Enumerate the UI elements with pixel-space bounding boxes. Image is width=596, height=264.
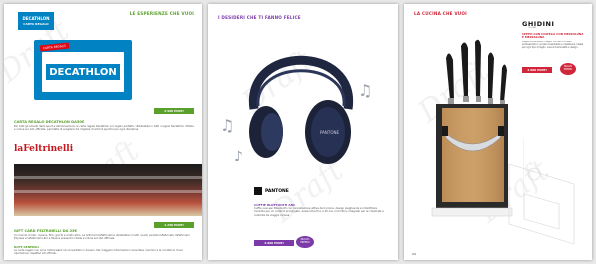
bolster	[476, 96, 481, 102]
knife	[500, 64, 507, 102]
wood-grain	[442, 108, 504, 202]
page-wishes: Draft Draft I DESIDERI CHE TI FANNO FELI…	[208, 4, 398, 260]
badge-brand: DECATHLON	[22, 16, 50, 21]
knife	[461, 42, 468, 98]
music-notes-left: ♫ ♪	[220, 116, 243, 165]
new-badge: NUOVO PREMIO	[296, 236, 314, 248]
bolster	[488, 98, 493, 104]
mezzaluna-handle	[442, 126, 448, 136]
mezzaluna-handle	[498, 126, 504, 136]
knives	[446, 39, 507, 106]
photo-shelf	[14, 176, 202, 179]
decathlon-badge: DECATHLON CARTA REGALO	[18, 12, 54, 30]
bolster	[448, 98, 454, 104]
block-base	[431, 207, 513, 217]
page-experiences: Draft Draft LE ESPERIENZE CHE VUOI DECAT…	[4, 4, 202, 260]
knife	[475, 39, 481, 98]
sketch-line	[527, 167, 541, 181]
product-description: Per tutti gli amanti dello sport e dell'…	[14, 125, 194, 132]
product-description: Un mondo di libri, musica, film, giochi …	[14, 234, 190, 241]
left-cushion	[261, 113, 283, 151]
page-kitchen: Draft Draft LA CUCINA CHE VUOI GHIDINI C…	[404, 4, 592, 260]
bolster	[463, 96, 469, 102]
section-title: I DESIDERI CHE TI FANNO FELICE	[218, 15, 301, 20]
product-title: CARTA REGALO DECATHLON DA50€	[14, 120, 85, 124]
note-icon: ♫	[220, 116, 234, 135]
music-notes-right: ♫	[358, 81, 372, 100]
product-title: CEPPO CON COLTELLI CON MEZZALUNA E MEZZA…	[522, 32, 584, 40]
feltrinelli-logo: laFeltrinelli	[14, 144, 74, 154]
product-description: Ceppo portacoltelli in legno con set di …	[522, 41, 584, 49]
knife	[488, 52, 494, 100]
redeem-button-feltrinelli[interactable]: 1.250 PUNTI	[154, 222, 194, 228]
ghidini-sub: CUCINA	[528, 27, 536, 29]
ghidini-logo: GHIDINI	[522, 20, 555, 28]
note-icon: ♪	[234, 149, 243, 165]
headphone-brand: PANTONE	[320, 130, 339, 135]
photo-shelf	[14, 190, 202, 193]
store-photo	[14, 164, 202, 216]
new-badge: NUOVO PREMIO	[560, 63, 576, 75]
redeem-button[interactable]: 4.800 PUNTI	[254, 240, 294, 246]
sketch-line	[508, 163, 575, 245]
note-icon: ♫	[358, 81, 372, 100]
redeem-button[interactable]: 3.900 PUNTI	[522, 67, 552, 73]
product-description: Cuffie over-ear Bluetooth con cancellazi…	[254, 207, 384, 217]
decathlon-gift-card: CARTA REGALO DECATHLON	[34, 40, 132, 100]
section-title: LE ESPERIENZE CHE VUOI	[129, 11, 194, 16]
redeem-button-decathlon[interactable]: 2.500 PUNTI	[154, 108, 194, 114]
product-title: GIFT CARD FELTRINELLI DA 25€	[14, 229, 78, 233]
decathlon-logo: DECATHLON	[46, 64, 120, 80]
badge-sub: CARTA REGALO	[23, 22, 49, 26]
sketch-line	[523, 193, 560, 230]
terms-text: Le carte regalo non sono rimborsabili né…	[14, 249, 183, 256]
page-number: 24	[412, 252, 416, 256]
pantone-block	[254, 187, 262, 195]
kitchen-sketch-art	[508, 163, 575, 245]
brand-name: PANTONE	[265, 189, 289, 194]
section-title: LA CUCINA CHE VUOI	[414, 11, 467, 16]
card-flag: CARTA REGALO	[39, 42, 70, 52]
knife	[446, 53, 454, 100]
